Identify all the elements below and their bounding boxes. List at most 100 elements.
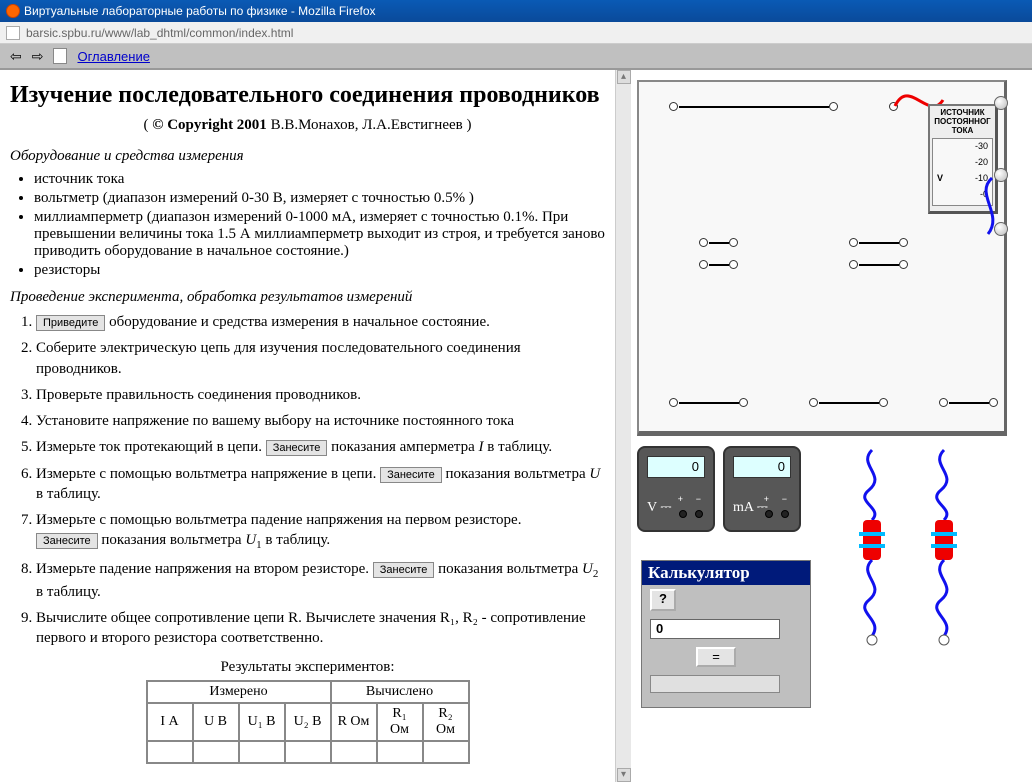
terminal-node[interactable] (989, 398, 998, 407)
col-R1: R₁ Ом (377, 703, 423, 741)
list-item: Соберите электрическую цепь для изучения… (36, 338, 605, 379)
wire-segment (859, 264, 899, 266)
results-table: Измерено Вычислено I А U В U₁ В U₂ В R О… (146, 680, 470, 764)
col-U: U В (193, 703, 239, 741)
save-button[interactable]: Занесите (380, 467, 442, 483)
resistor-2[interactable] (921, 450, 967, 650)
results-caption: Результаты экспериментов: (10, 659, 605, 676)
col-U2: U₂ В (285, 703, 331, 741)
table-cell[interactable] (423, 741, 469, 763)
terminal-node[interactable] (809, 398, 818, 407)
col-I: I А (147, 703, 193, 741)
ammeter-label: mA ⎓ (733, 500, 768, 516)
firefox-icon (6, 4, 20, 18)
forward-button[interactable]: ⇨ (32, 48, 44, 65)
terminal-node[interactable] (729, 238, 738, 247)
nav-toolbar: ⇦ ⇨ Оглавление (0, 44, 1032, 70)
calculator-display[interactable]: 0 (650, 619, 780, 639)
wire-segment (949, 402, 989, 404)
procedure-list: Приведите оборудование и средства измере… (36, 312, 605, 649)
document-icon (53, 48, 67, 64)
voltmeter-display: 0 (647, 456, 705, 478)
voltmeter-port-minus[interactable] (695, 510, 703, 518)
terminal-node[interactable] (939, 398, 948, 407)
page-icon (6, 26, 20, 40)
wire-segment (679, 402, 739, 404)
terminal-node[interactable] (669, 398, 678, 407)
terminal-node[interactable] (699, 238, 708, 247)
save-button[interactable]: Занесите (373, 562, 435, 578)
scroll-up-icon[interactable]: ▴ (617, 70, 631, 84)
voltmeter-label: V ⎓ (647, 500, 672, 516)
wire-segment (819, 402, 879, 404)
section-procedure: Проведение эксперимента, обработка резул… (10, 289, 605, 306)
terminal-node[interactable] (729, 260, 738, 269)
ammeter-display: 0 (733, 456, 791, 478)
instructions-pane: Изучение последовательного соединения пр… (0, 70, 615, 782)
terminal-node[interactable] (849, 260, 858, 269)
contents-link[interactable]: Оглавление (77, 49, 149, 64)
window-titlebar: Виртуальные лабораторные работы по физик… (0, 0, 1032, 22)
list-item: Установите напряжение по вашему выбору н… (36, 411, 605, 431)
table-header-computed: Вычислено (331, 681, 469, 703)
address-bar[interactable]: barsic.spbu.ru/www/lab_dhtml/common/inde… (0, 22, 1032, 44)
save-button[interactable]: Занесите (266, 440, 328, 456)
copyright: ( © Copyright 2001 В.В.Монахов, Л.А.Евст… (10, 117, 605, 134)
list-item: источник тока (34, 171, 605, 188)
simulation-pane: ИСТОЧНИК ПОСТОЯННОГ ТОКА -30 -20 -10 -0 … (631, 70, 1032, 782)
circuit-board[interactable]: ИСТОЧНИК ПОСТОЯННОГ ТОКА -30 -20 -10 -0 … (637, 80, 1007, 436)
source-terminal-plus[interactable] (994, 96, 1008, 110)
table-cell[interactable] (285, 741, 331, 763)
equipment-list: источник тока вольтметр (диапазон измере… (34, 171, 605, 279)
url-text: barsic.spbu.ru/www/lab_dhtml/common/inde… (26, 26, 293, 40)
calculator-title: Калькулятор (642, 561, 810, 585)
ammeter[interactable]: 0 mA ⎓ +− (723, 446, 801, 532)
list-item: миллиамперметр (диапазон измерений 0-100… (34, 209, 605, 260)
reset-button[interactable]: Приведите (36, 315, 105, 331)
scroll-down-icon[interactable]: ▾ (617, 768, 631, 782)
terminal-node[interactable] (699, 260, 708, 269)
section-equipment: Оборудование и средства измерения (10, 148, 605, 165)
terminal-node[interactable] (899, 260, 908, 269)
table-cell[interactable] (331, 741, 377, 763)
back-button[interactable]: ⇦ (10, 48, 22, 65)
table-cell[interactable] (377, 741, 423, 763)
list-item: Измерьте с помощью вольтметра падение на… (36, 510, 605, 553)
save-button[interactable]: Занесите (36, 533, 98, 549)
table-cell[interactable] (193, 741, 239, 763)
ammeter-port-minus[interactable] (781, 510, 789, 518)
window-title: Виртуальные лабораторные работы по физик… (24, 4, 376, 18)
col-R2: R₂ Ом (423, 703, 469, 741)
terminal-node[interactable] (849, 238, 858, 247)
list-item: Измерьте с помощью вольтметра напряжение… (36, 464, 605, 505)
list-item: Измерьте падение напряжения на втором ре… (36, 559, 605, 602)
voltmeter[interactable]: 0 V ⎓ +− (637, 446, 715, 532)
table-header-measured: Измерено (147, 681, 331, 703)
wire-segment (859, 242, 899, 244)
resistor-1[interactable] (849, 450, 895, 650)
page-title: Изучение последовательного соединения пр… (10, 82, 605, 109)
terminal-node[interactable] (669, 102, 678, 111)
wire-segment (679, 106, 829, 108)
voltmeter-port-plus[interactable] (679, 510, 687, 518)
list-item: Приведите оборудование и средства измере… (36, 312, 605, 332)
col-R: R Ом (331, 703, 377, 741)
list-item: вольтметр (диапазон измерений 0-30 В, из… (34, 190, 605, 207)
scrollbar-vertical[interactable]: ▴ ▾ (615, 70, 631, 782)
list-item: резисторы (34, 262, 605, 279)
calculator-result (650, 675, 780, 693)
col-U1: U₁ В (239, 703, 285, 741)
calculator-help-button[interactable]: ? (650, 589, 676, 611)
terminal-node[interactable] (739, 398, 748, 407)
table-cell[interactable] (239, 741, 285, 763)
terminal-node[interactable] (899, 238, 908, 247)
list-item: Проверьте правильность соединения провод… (36, 385, 605, 405)
terminal-node[interactable] (879, 398, 888, 407)
wire-blue (974, 174, 1004, 244)
table-cell[interactable] (147, 741, 193, 763)
ammeter-port-plus[interactable] (765, 510, 773, 518)
wire-segment (709, 264, 729, 266)
list-item: Вычислите общее сопротивление цепи R. Вы… (36, 608, 605, 649)
calculator-equals-button[interactable]: = (696, 647, 736, 667)
terminal-node[interactable] (829, 102, 838, 111)
